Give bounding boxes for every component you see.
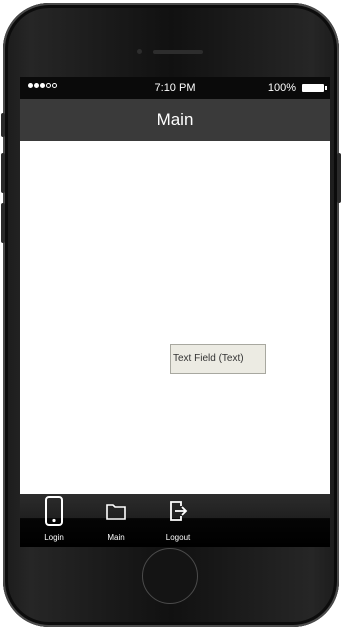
tab-bar: Login Main Logout [20,494,330,547]
mute-switch [1,113,5,137]
tab-main[interactable]: Main [94,496,138,546]
tab-logout[interactable]: Logout [156,496,200,546]
volume-down-button [1,203,5,243]
battery-icon [302,84,327,92]
home-button[interactable] [142,548,198,604]
page-title: Main [156,110,194,129]
main-content: Text Field (Text) [20,141,330,494]
screen: 7:10 PM 100% Main Text Field (Text) Logi… [20,77,330,547]
tab-logout-label: Logout [165,533,191,542]
power-button [337,153,341,203]
text-field[interactable]: Text Field (Text) [170,344,266,374]
status-bar: 7:10 PM 100% [20,77,330,99]
navigation-bar: Main [20,99,330,141]
front-camera [137,49,142,54]
tab-login[interactable]: Login [32,496,76,546]
logout-icon [170,501,188,521]
tab-login-label: Login [44,533,64,542]
volume-up-button [1,153,5,193]
folder-icon [106,504,126,520]
tab-main-label: Main [107,533,125,542]
phone-icon [45,496,63,526]
earpiece-speaker [153,50,203,54]
battery-percent: 100% [267,82,296,94]
